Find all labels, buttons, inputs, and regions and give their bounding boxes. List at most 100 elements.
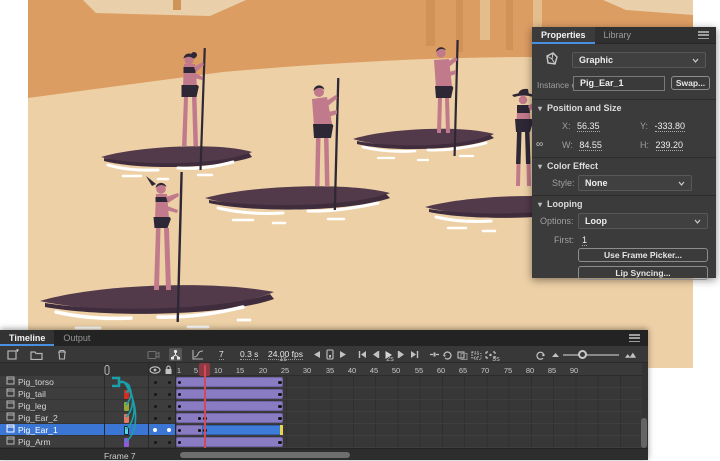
ruler-label: 30 [303, 366, 311, 375]
visibility-lock-dots[interactable] [148, 376, 176, 388]
tab-library[interactable]: Library [595, 27, 641, 44]
visibility-lock-dots[interactable] [148, 424, 176, 436]
lip-syncing-button[interactable]: Lip Syncing... [578, 266, 708, 280]
symbol-type-value: Graphic [579, 55, 613, 65]
step-forward-one-frame-icon[interactable] [395, 348, 408, 361]
properties-panel: Properties Library Graphic Instance of: … [532, 27, 716, 278]
x-value[interactable]: 56.35 [577, 121, 600, 132]
ruler-label: 40 [348, 366, 356, 375]
center-frame-icon[interactable] [428, 348, 441, 361]
onion-skin-outlines-icon[interactable] [470, 348, 483, 361]
layer-icon [6, 388, 15, 399]
frame-row-pig-ear-2[interactable] [176, 412, 642, 424]
style-dropdown[interactable]: None [578, 175, 692, 191]
timeline-ruler[interactable]: 1 5 10 15 20 25 30 35 40 45 50 55 60 65 … [176, 363, 642, 376]
instance-name-field[interactable]: Pig_Ear_1 [573, 76, 665, 91]
frame-row-pig-ear-1[interactable] [176, 424, 642, 436]
tab-output[interactable]: Output [54, 330, 99, 346]
seconds-label: 1s [279, 356, 286, 363]
layer-icon [6, 376, 15, 387]
ruler-label: 60 [437, 366, 445, 375]
playhead-frame-icon[interactable] [323, 348, 336, 361]
seconds-label: 3s [492, 356, 499, 363]
visibility-lock-dots[interactable] [148, 412, 176, 424]
visibility-lock-dots[interactable] [148, 400, 176, 412]
symbol-type-dropdown[interactable]: Graphic [572, 52, 706, 68]
layer-icon [6, 436, 15, 447]
timeline-menu-icon[interactable] [629, 334, 640, 342]
layer-name: Pig_leg [18, 401, 46, 411]
lock-unlock-all-layers-icon[interactable] [164, 365, 173, 377]
reset-timeline-zoom-icon[interactable] [534, 348, 547, 361]
frame-row-pig-leg[interactable] [176, 400, 642, 412]
camera-icon[interactable] [147, 348, 160, 361]
h-value[interactable]: 239.20 [656, 140, 684, 151]
ruler-label: 75 [504, 366, 512, 375]
layer-icon [6, 424, 15, 435]
layer-name: Pig_Arm [18, 437, 51, 447]
onion-skin-icon[interactable] [456, 348, 469, 361]
h-label: H: [640, 140, 649, 150]
collapse-triangle-icon: ▾ [538, 104, 542, 113]
timeline-vertical-scrollbar[interactable] [641, 418, 647, 448]
step-back-one-frame-icon[interactable] [369, 348, 382, 361]
ruler-label: 45 [370, 366, 378, 375]
section-color-effect[interactable]: ▾Color Effect [532, 157, 716, 171]
timeline-panel: Timeline Output 7 0.3 s 24.00 fps [0, 330, 648, 460]
timeline-zoom-slider[interactable] [563, 354, 619, 356]
section-looping[interactable]: ▾Looping [532, 195, 716, 209]
w-value[interactable]: 84.55 [579, 140, 602, 151]
looping-options-dropdown[interactable]: Loop [578, 213, 708, 229]
go-to-first-frame-icon[interactable] [356, 348, 369, 361]
step-back-icon[interactable] [310, 348, 323, 361]
link-width-height-icon[interactable]: ∞ [536, 139, 543, 150]
visibility-lock-dots[interactable] [148, 436, 176, 448]
show-hide-all-layers-icon[interactable] [149, 366, 161, 376]
onion-marker-icon[interactable] [104, 365, 110, 377]
graph-editor-icon[interactable] [191, 348, 204, 361]
new-folder-icon[interactable] [30, 348, 43, 361]
tab-properties[interactable]: Properties [532, 27, 595, 44]
swap-button[interactable]: Swap... [671, 76, 710, 90]
step-forward-icon[interactable] [336, 348, 349, 361]
go-to-last-frame-icon[interactable] [408, 348, 421, 361]
layer-color-swatch [124, 402, 129, 411]
frame-row-pig-torso[interactable] [176, 376, 642, 388]
layer-name: Pig_Ear_2 [18, 413, 58, 423]
frame-row-pig-tail[interactable] [176, 388, 642, 400]
ruler-label: 70 [481, 366, 489, 375]
loop-playback-icon[interactable] [441, 348, 454, 361]
timeline-tabbar: Timeline Output [0, 330, 648, 346]
show-parenting-view-icon[interactable] [169, 348, 182, 361]
options-label: Options: [540, 216, 574, 226]
delete-layer-icon[interactable] [55, 348, 68, 361]
timeline-statusbar: Frame 7 [0, 448, 648, 460]
timeline-horizontal-scrollbar[interactable] [180, 452, 350, 458]
ruler-label: 15 [236, 366, 244, 375]
ruler-label: 65 [459, 366, 467, 375]
layer-name: Pig_tail [18, 389, 46, 399]
elapsed-time-value[interactable]: 0.3 s [240, 349, 258, 360]
current-frame-value[interactable]: 7 [219, 349, 224, 360]
tab-timeline[interactable]: Timeline [0, 330, 54, 346]
new-layer-icon[interactable] [6, 348, 19, 361]
y-value[interactable]: -333.80 [655, 121, 686, 132]
instance-name-value: Pig_Ear_1 [580, 78, 624, 88]
use-frame-picker-button[interactable]: Use Frame Picker... [578, 248, 708, 262]
chevron-down-icon [692, 57, 699, 64]
frame-row-pig-arm[interactable] [176, 436, 642, 448]
looping-options-value: Loop [585, 216, 607, 226]
zoom-in-timeline-icon[interactable] [624, 348, 637, 361]
layer-color-swatch [124, 426, 129, 435]
layer-name: Pig_torso [18, 377, 54, 387]
first-frame-value[interactable]: 1 [582, 235, 587, 246]
section-position-size[interactable]: ▾Position and Size [532, 99, 716, 113]
layer-icon [6, 412, 15, 423]
playhead[interactable] [204, 365, 206, 448]
seconds-label: 2s [386, 356, 393, 363]
zoom-out-timeline-icon[interactable] [549, 348, 562, 361]
timeline-zoom-slider-knob[interactable] [578, 350, 587, 359]
visibility-lock-dots[interactable] [148, 388, 176, 400]
panel-menu-icon[interactable] [698, 31, 709, 39]
graphic-symbol-icon [544, 51, 560, 69]
